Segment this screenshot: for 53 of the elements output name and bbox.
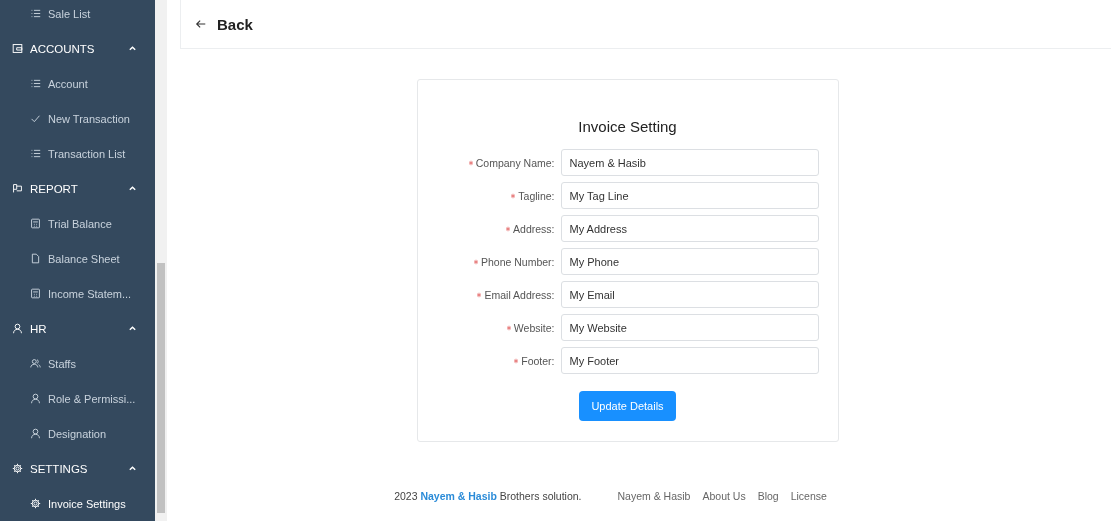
wallet-icon — [12, 43, 23, 54]
back-arrow-icon — [195, 18, 207, 30]
sidebar-group[interactable]: HR — [0, 311, 155, 346]
sidebar-group[interactable]: REPORT — [0, 171, 155, 206]
sidebar-item[interactable]: Trial Balance — [0, 206, 155, 241]
footer-link[interactable]: License — [790, 490, 827, 502]
field-label: Company Name: — [475, 156, 555, 169]
company-link[interactable]: Nayem & Hasib — [420, 490, 497, 502]
sidebar-item[interactable]: Balance Sheet — [0, 241, 155, 276]
gear-icon — [12, 463, 23, 474]
sidebar-item[interactable]: Transaction List — [0, 136, 155, 171]
report-icon — [12, 183, 23, 194]
field-label: Address: — [513, 222, 555, 235]
sidebar-item[interactable]: Invoice Settings — [0, 486, 155, 521]
text-input[interactable]: My Website — [560, 314, 819, 341]
text-input[interactable]: My Email — [560, 281, 819, 308]
sidebar-item[interactable]: Staffs — [0, 346, 155, 381]
user-icon — [30, 393, 41, 404]
sidebar-item[interactable]: Sale List — [0, 0, 155, 31]
field-label: Tagline: — [518, 189, 555, 202]
users-icon — [30, 358, 41, 369]
sidebar-group[interactable]: SETTINGS — [0, 451, 155, 486]
scrollbar-thumb[interactable] — [157, 263, 165, 513]
footer-link[interactable]: About Us — [702, 490, 746, 502]
field-label: Website: — [513, 321, 555, 334]
copyright-text: 2023 Nayem & Hasib Brothers solution. — [394, 490, 582, 502]
update-details-button[interactable]: Update Details — [579, 391, 676, 421]
field-label: Phone Number: — [480, 255, 555, 268]
sidebar-item[interactable]: Income Statem... — [0, 276, 155, 311]
text-input[interactable]: My Address — [560, 215, 819, 242]
sidebar-group[interactable]: ACCOUNTS — [0, 31, 155, 66]
field-label: Footer: — [521, 354, 555, 367]
form-title: Invoice Setting — [578, 118, 677, 135]
calculator-icon — [30, 288, 41, 299]
calculator-icon — [30, 218, 41, 229]
back-button[interactable]: Back — [195, 15, 253, 33]
text-input[interactable]: My Tag Line — [560, 182, 819, 209]
text-input[interactable]: Nayem & Hasib — [560, 149, 819, 176]
text-input[interactable]: My Phone — [560, 248, 819, 275]
footer-link[interactable]: Blog — [757, 490, 779, 502]
sidebar-item[interactable]: Role & Permissi... — [0, 381, 155, 416]
sidebar-item[interactable]: Designation — [0, 416, 155, 451]
user-icon — [12, 323, 23, 334]
field-label: Email Address: — [484, 288, 555, 301]
footer-link[interactable]: Nayem & Hasib — [617, 490, 691, 502]
check-icon — [30, 113, 41, 124]
text-input[interactable]: My Footer — [560, 347, 819, 374]
sidebar-item[interactable]: New Transaction — [0, 101, 155, 136]
sidebar-item[interactable]: Account — [0, 66, 155, 101]
user-icon — [30, 428, 41, 439]
scrollbar[interactable] — [155, 0, 167, 521]
document-icon — [30, 253, 41, 264]
gear-icon — [30, 498, 41, 509]
